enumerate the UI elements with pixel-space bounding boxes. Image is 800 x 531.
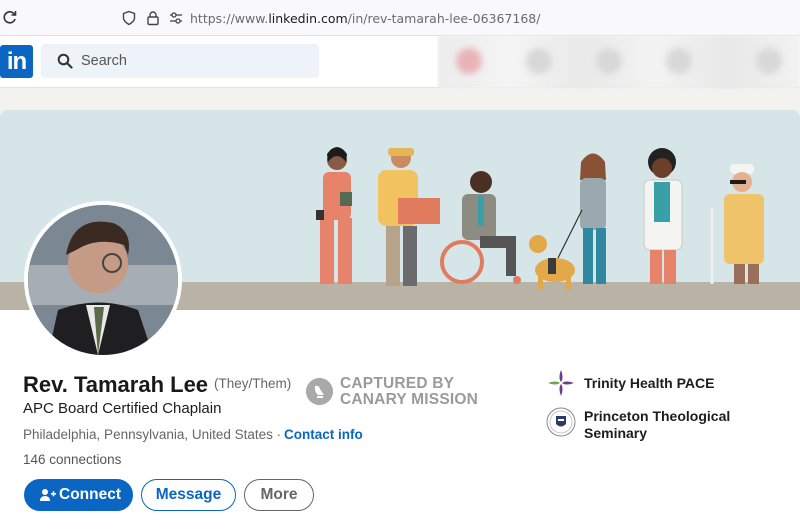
url-prefix: https://www.	[190, 11, 269, 26]
browser-toolbar: https://www.linkedin.com/in/rev-tamarah-…	[0, 0, 800, 36]
avatar[interactable]	[24, 201, 182, 359]
org-name-line1: Princeton Theological	[584, 408, 731, 424]
princeton-seal-icon[interactable]	[546, 407, 576, 437]
search-placeholder: Search	[81, 53, 127, 69]
connect-label: Connect	[59, 486, 121, 503]
org-name-line2: Seminary	[584, 425, 648, 441]
permissions-icon[interactable]	[168, 10, 184, 26]
profile-name: Rev. Tamarah Lee	[23, 372, 209, 397]
lock-icon[interactable]	[145, 10, 161, 26]
search-input[interactable]: Search	[41, 44, 319, 78]
more-button[interactable]: More	[244, 479, 314, 511]
search-icon	[57, 53, 73, 69]
org-trinity-health[interactable]: Trinity Health PACE	[584, 375, 714, 392]
connections-count[interactable]: 146 connections	[23, 452, 121, 467]
address-bar[interactable]: https://www.linkedin.com/in/rev-tamarah-…	[190, 11, 540, 26]
watermark-line1: CAPTURED BY	[340, 375, 455, 392]
blurred-nav-area	[438, 36, 800, 88]
profile-pronouns: (They/Them)	[214, 376, 292, 391]
profile-photo	[28, 205, 178, 355]
shield-icon[interactable]	[121, 10, 137, 26]
trinity-health-logo-icon[interactable]	[546, 368, 576, 398]
connect-button[interactable]: Connect	[24, 479, 133, 511]
canary-bird-icon	[306, 378, 333, 405]
url-domain: linkedin.com	[268, 11, 348, 26]
linkedin-header: in Search	[0, 36, 800, 88]
watermark-stamp: CAPTURED BY CANARY MISSION	[340, 376, 478, 408]
reload-icon[interactable]	[2, 9, 18, 25]
org-princeton-seminary[interactable]: Princeton Theological Seminary	[584, 408, 730, 442]
linkedin-logo[interactable]: in	[0, 45, 33, 78]
profile-location: Philadelphia, Pennsylvania, United State…	[23, 427, 282, 442]
contact-info-link[interactable]: Contact info	[284, 427, 363, 442]
org-name-line1: Trinity Health PACE	[584, 375, 715, 391]
add-person-icon	[40, 489, 56, 501]
message-button[interactable]: Message	[141, 479, 236, 511]
watermark-line2: CANARY MISSION	[340, 391, 479, 408]
profile-headline: APC Board Certified Chaplain	[23, 400, 222, 417]
profile-card: Rev. Tamarah Lee (They/Them) APC Board C…	[0, 110, 800, 531]
url-path: /in/rev-tamarah-lee-06367168/	[347, 11, 541, 26]
